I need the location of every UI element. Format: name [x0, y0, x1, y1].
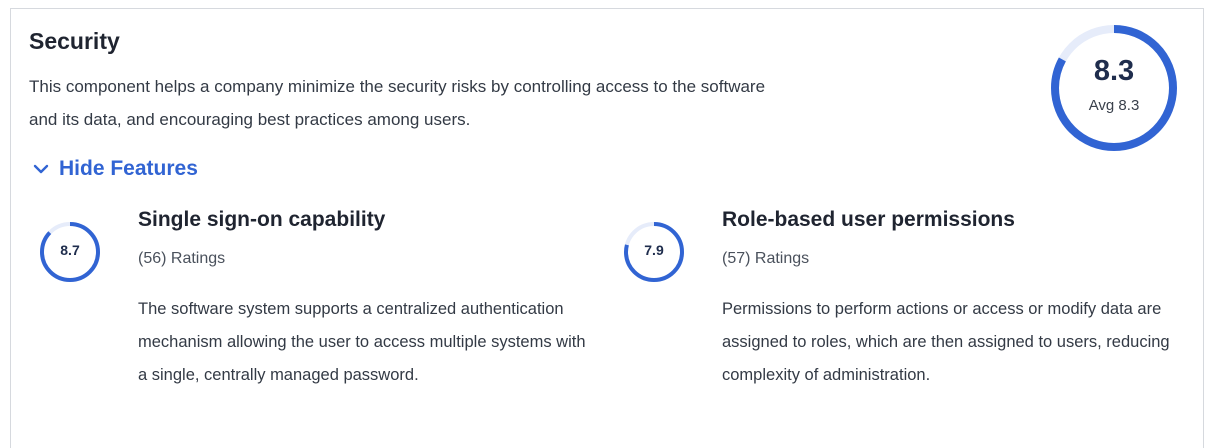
average-score-ring: 8.3 Avg 8.3 — [1049, 23, 1179, 153]
feature-score-ring: 7.9 — [622, 220, 686, 284]
feature-score: 8.7 — [60, 242, 80, 258]
feature-description: The software system supports a centraliz… — [138, 300, 586, 384]
average-score-label: Avg 8.3 — [1088, 97, 1140, 114]
average-score: 8.3 — [1093, 55, 1135, 87]
hide-features-toggle[interactable]: Hide Features — [33, 157, 198, 181]
feature-score-ring: 8.7 — [38, 220, 102, 284]
hide-features-label: Hide Features — [59, 157, 198, 180]
feature-ratings: (57) Ratings — [722, 250, 810, 267]
feature-name: Role-based user permissions — [722, 208, 1015, 231]
feature-description: Permissions to perform actions or access… — [722, 300, 1170, 384]
chevron-down-icon — [33, 163, 49, 175]
feature-name: Single sign-on capability — [138, 208, 386, 231]
feature-score: 7.9 — [644, 242, 664, 258]
section-description: This component helps a company minimize … — [29, 77, 766, 129]
section-title: Security — [29, 28, 120, 54]
feature-ratings: (56) Ratings — [138, 250, 226, 267]
